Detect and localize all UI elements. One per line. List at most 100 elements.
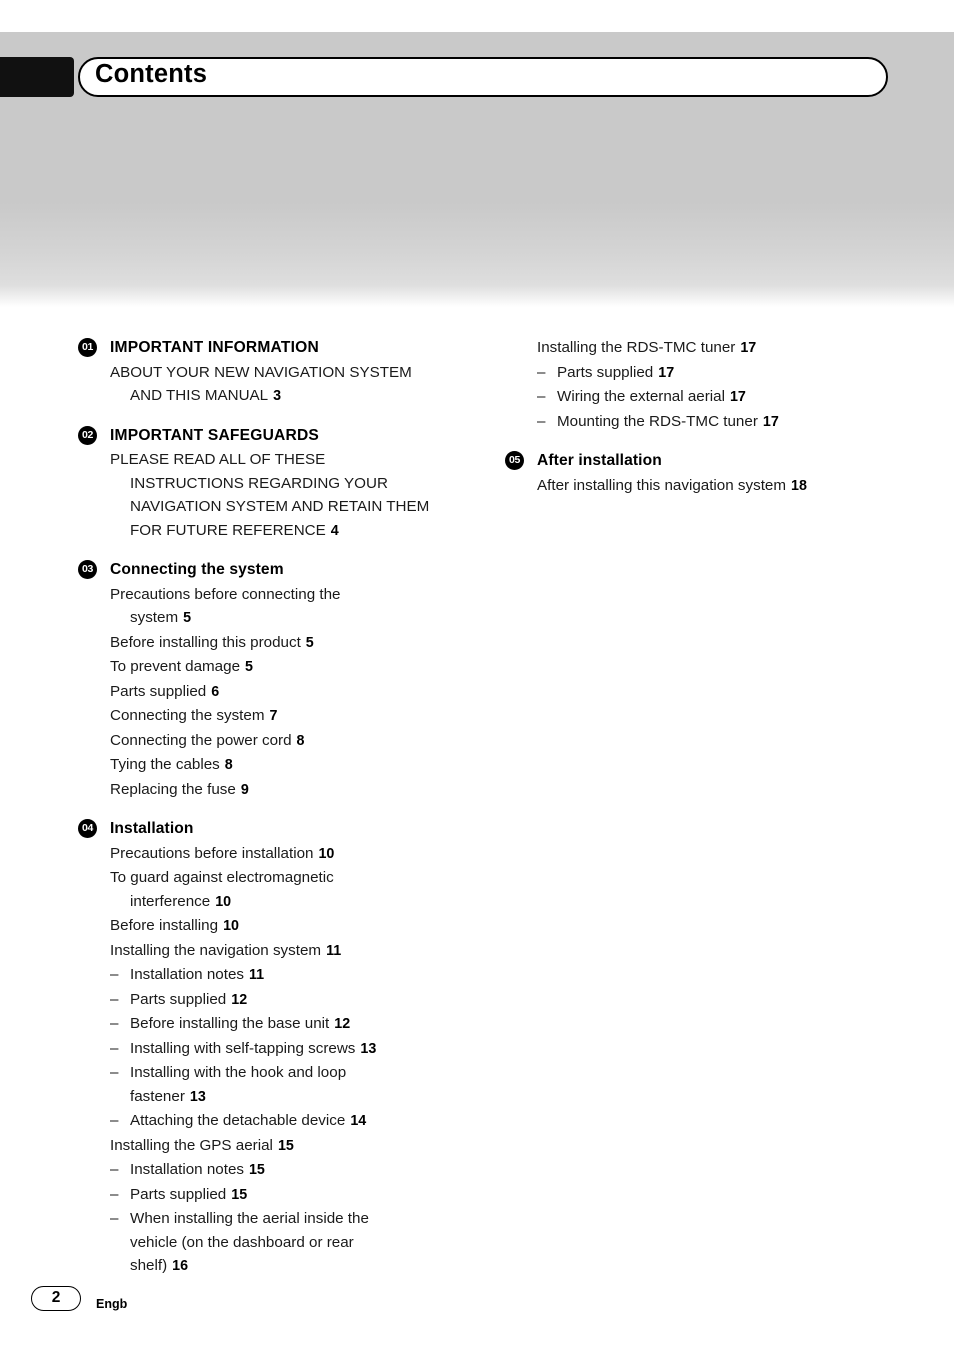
entry-label: Before installing this product bbox=[110, 633, 301, 651]
contents-entry[interactable]: Tying the cables 8 bbox=[78, 753, 478, 778]
dash-bullet-icon: – bbox=[110, 1112, 119, 1129]
entry-page-number: 6 bbox=[211, 683, 220, 700]
contents-entry[interactable]: – Attaching the detachable device 14 bbox=[78, 1109, 478, 1134]
entry-label: To guard against electromagnetic bbox=[110, 869, 334, 886]
entry-page-number: 7 bbox=[269, 708, 278, 724]
contents-entry[interactable]: – Installation notes 11 bbox=[78, 963, 478, 988]
entry-page-number: 8 bbox=[224, 757, 233, 773]
entry-page-number: 5 bbox=[183, 610, 192, 626]
contents-entry[interactable]: Before installing this product 5 bbox=[78, 631, 478, 656]
entry-label-continuation: interference 10 bbox=[130, 892, 232, 910]
entry-page-number: 5 bbox=[245, 659, 253, 675]
dash-bullet-icon: – bbox=[537, 363, 546, 381]
contents-entry[interactable]: – Parts supplied 12 bbox=[78, 988, 478, 1013]
entry-label: Installing with self-tapping screws bbox=[130, 1039, 356, 1057]
entry-label-continuation: shelf) 16 bbox=[130, 1257, 189, 1274]
contents-entry[interactable]: To prevent damage 5 bbox=[78, 655, 478, 680]
chapter-heading[interactable]: 02 IMPORTANT SAFEGUARDS bbox=[78, 424, 478, 448]
entry-label: Precautions before installation bbox=[110, 844, 314, 862]
entry-label: Installing the navigation system bbox=[110, 941, 322, 959]
chapter-number-badge: 02 bbox=[78, 425, 97, 445]
contents-entry[interactable]: Replacing the fuse 9 bbox=[78, 778, 478, 803]
dash-bullet-icon: – bbox=[110, 1161, 119, 1178]
chapter-heading[interactable]: 05 After installation bbox=[505, 449, 905, 473]
contents-chapter: 03 Connecting the system Precautions befor… bbox=[78, 558, 478, 802]
entry-page-number: 10 bbox=[215, 893, 232, 910]
dash-bullet-icon: – bbox=[537, 388, 546, 405]
chapter-heading[interactable]: 03 Connecting the system bbox=[78, 558, 478, 582]
entry-label: Installation notes bbox=[130, 1161, 244, 1178]
entry-label: Parts supplied bbox=[557, 363, 654, 381]
entry-label: Mounting the RDS-TMC tuner bbox=[557, 412, 758, 430]
contents-entry[interactable]: Before installing 10 bbox=[78, 914, 478, 939]
contents-entry[interactable]: Installing the navigation system 11 bbox=[78, 939, 478, 964]
entry-label: Connecting the power cord bbox=[110, 731, 292, 749]
entry-label-continuation: system 5 bbox=[130, 609, 192, 626]
entry-page-number: 10 bbox=[223, 918, 239, 934]
dash-bullet-icon: – bbox=[110, 1039, 119, 1057]
entry-page-number: 15 bbox=[231, 1186, 248, 1203]
contents-entry[interactable]: Connecting the power cord 8 bbox=[78, 729, 478, 754]
contents-entry[interactable]: – Parts supplied 15 bbox=[78, 1183, 478, 1208]
entry-page-number: 14 bbox=[350, 1113, 367, 1129]
entry-page-number: 13 bbox=[189, 1088, 206, 1105]
dash-bullet-icon: – bbox=[110, 1185, 119, 1203]
contents-entry[interactable]: ABOUT YOUR NEW NAVIGATION SYSTEM AND THIS… bbox=[78, 361, 478, 409]
contents-entry[interactable]: Installing the RDS-TMC tuner 17 bbox=[505, 336, 905, 361]
entry-page-number: 11 bbox=[326, 942, 342, 959]
contents-entry[interactable]: Precautions before connecting the system 5 bbox=[78, 583, 478, 631]
entry-label: Installing the GPS aerial bbox=[110, 1136, 273, 1154]
contents-entry[interactable]: – Before installing the base unit 12 bbox=[78, 1012, 478, 1037]
entry-label: PLEASE READ ALL OF THESE bbox=[110, 451, 326, 468]
entry-page-number: 13 bbox=[360, 1040, 377, 1057]
entry-label-continuation: vehicle (on the dashboard or rear bbox=[130, 1233, 354, 1251]
contents-entry[interactable]: – Installing with the hook and loop fasten… bbox=[78, 1061, 478, 1109]
entry-label: Connecting the system bbox=[110, 707, 265, 724]
entry-label: Parts supplied bbox=[130, 1185, 227, 1203]
contents-column-right: Installing the RDS-TMC tuner 17– Parts sup… bbox=[505, 336, 905, 498]
entry-page-number: 10 bbox=[318, 845, 335, 862]
contents-entry[interactable]: Installing the GPS aerial 15 bbox=[78, 1134, 478, 1159]
contents-entry[interactable]: – Parts supplied 17 bbox=[505, 361, 905, 386]
chapter-heading[interactable]: 04 Installation bbox=[78, 817, 478, 841]
entry-page-number: 3 bbox=[273, 388, 282, 404]
contents-entry[interactable]: Connecting the system 7 bbox=[78, 704, 478, 729]
entry-label: Installing the RDS-TMC tuner bbox=[537, 339, 736, 356]
contents-chapter: 05 After installation After installing thi… bbox=[505, 449, 905, 498]
entry-label-continuation: NAVIGATION SYSTEM AND RETAIN THEM bbox=[130, 498, 430, 515]
contents-entry[interactable]: – Installing with self-tapping screws 13 bbox=[78, 1037, 478, 1062]
page-title: Contents bbox=[95, 60, 208, 88]
entry-label-continuation: AND THIS MANUAL 3 bbox=[130, 387, 282, 404]
dash-bullet-icon: – bbox=[110, 1015, 119, 1032]
contents-entry[interactable]: – Wiring the external aerial 17 bbox=[505, 385, 905, 410]
contents-entry[interactable]: Parts supplied 6 bbox=[78, 680, 478, 705]
contents-entry[interactable]: – Installation notes 15 bbox=[78, 1158, 478, 1183]
entry-label: Precautions before connecting the bbox=[110, 585, 341, 603]
contents-entry[interactable]: – Mounting the RDS-TMC tuner 17 bbox=[505, 410, 905, 435]
entry-label-continuation: FOR FUTURE REFERENCE 4 bbox=[130, 521, 339, 539]
dash-bullet-icon: – bbox=[110, 1064, 119, 1081]
contents-entry[interactable]: – When installing the aerial inside the ve… bbox=[78, 1207, 478, 1279]
footer-language-code: Engb bbox=[96, 1297, 128, 1311]
chapter-title: Connecting the system bbox=[110, 561, 284, 578]
entry-label: Parts supplied bbox=[110, 682, 207, 700]
entry-label: Installation notes bbox=[130, 966, 244, 983]
entry-label: Installing with the hook and loop bbox=[130, 1064, 347, 1081]
dash-bullet-icon: – bbox=[537, 412, 546, 430]
entry-label-continuation: fastener 13 bbox=[130, 1087, 206, 1105]
contents-entry[interactable]: Precautions before installation 10 bbox=[78, 842, 478, 867]
chapter-heading[interactable]: 01 IMPORTANT INFORMATION bbox=[78, 336, 478, 360]
chapter-number-badge: 04 bbox=[78, 819, 97, 838]
contents-chapter: 04 Installation Precautions before install… bbox=[78, 817, 478, 1279]
contents-entry[interactable]: To guard against electromagnetic interfer… bbox=[78, 866, 478, 914]
entry-label: To prevent damage bbox=[110, 658, 241, 675]
contents-entry[interactable]: After installing this navigation system 1… bbox=[505, 474, 905, 499]
chapter-number-badge: 05 bbox=[505, 451, 524, 470]
header-black-tab bbox=[0, 57, 74, 97]
entry-page-number: 17 bbox=[729, 389, 746, 405]
chapter-title: After installation bbox=[537, 452, 662, 469]
contents-chapter: 02 IMPORTANT SAFEGUARDS PLEASE READ ALL OF… bbox=[78, 424, 478, 544]
entry-page-number: 8 bbox=[296, 732, 305, 749]
chapter-number-badge: 03 bbox=[78, 560, 97, 579]
contents-entry[interactable]: PLEASE READ ALL OF THESE INSTRUCTIONS REG… bbox=[78, 448, 478, 543]
